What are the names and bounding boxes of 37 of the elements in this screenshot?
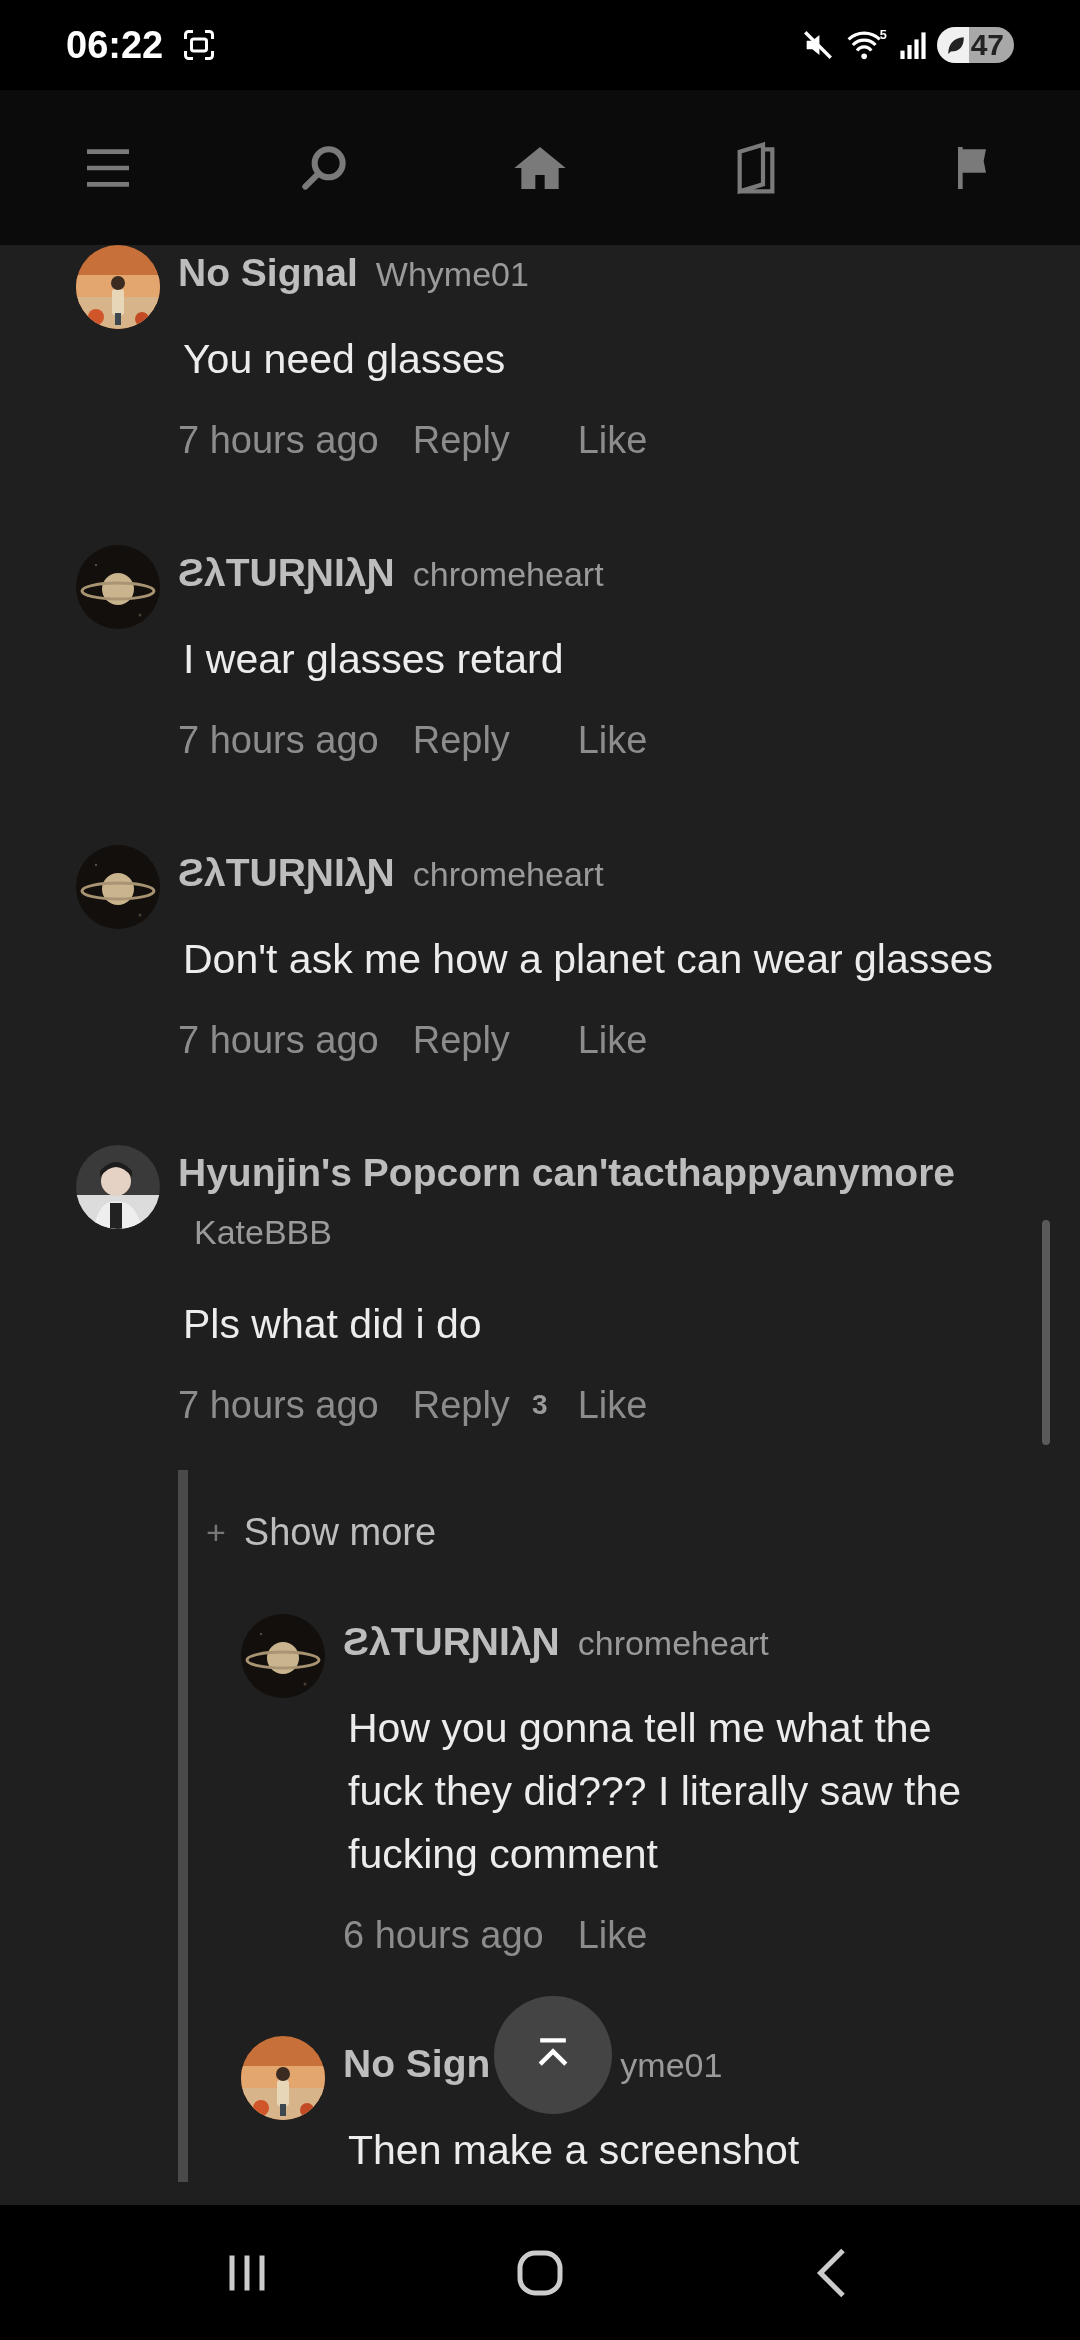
reply-link[interactable]: Reply — [412, 1015, 510, 1065]
username[interactable]: yme01 — [620, 2039, 723, 2091]
username[interactable]: chromeheart — [412, 848, 604, 900]
author-name[interactable]: Hyunjin's Popcorn can'tacthappyanymore — [178, 1147, 956, 1199]
reply-link[interactable]: Reply — [412, 415, 510, 465]
like-link[interactable]: Like — [577, 415, 648, 465]
comment-text: You need glasses — [182, 335, 507, 384]
scrollbar[interactable] — [1042, 1220, 1050, 1445]
timestamp: 7 hours ago — [178, 718, 379, 763]
timestamp: 7 hours ago — [178, 418, 379, 463]
author-name[interactable]: ƧλTURƝIλƝ — [178, 847, 395, 899]
comment-text: Pls what did i do — [182, 1300, 483, 1349]
comment-text: Don't ask me how a planet can wear glasses — [182, 935, 995, 984]
author-name[interactable]: ƧλTURƝIλƝ — [178, 547, 395, 599]
like-link[interactable]: Like — [577, 1380, 648, 1430]
timestamp: 7 hours ago — [178, 1018, 379, 1063]
reply-link[interactable]: Reply — [412, 715, 510, 765]
like-link[interactable]: Like — [577, 715, 648, 765]
like-link[interactable]: Like — [577, 1015, 648, 1065]
timestamp: 7 hours ago — [178, 1383, 379, 1428]
comment-text: Then make a screenshot — [347, 2126, 801, 2175]
battery-indicator: 47 — [936, 27, 1014, 63]
show-more-link[interactable]: + Show more — [188, 1510, 1080, 1554]
username[interactable]: chromeheart — [577, 1617, 769, 1669]
reply-link[interactable]: Reply — [412, 1380, 510, 1430]
comment-text: How you gonna tell me what the fuck they did??? I literally saw the fucking comment — [347, 1704, 963, 1879]
author-name[interactable]: No Signal — [178, 247, 358, 299]
username[interactable]: chromeheart — [412, 548, 604, 600]
clock: 06:22 — [66, 23, 164, 67]
username[interactable]: Whyme01 — [375, 248, 529, 300]
author-name[interactable]: ƧλTURƝIλƝ — [343, 1616, 560, 1668]
timestamp: 6 hours ago — [343, 1913, 544, 1958]
comment-text: I wear glasses retard — [182, 635, 565, 684]
username[interactable]: KateBBB — [178, 1199, 332, 1265]
author-name[interactable]: No Sign — [343, 2038, 491, 2090]
like-link[interactable]: Like — [577, 1910, 648, 1960]
reply-count: 3 — [531, 1388, 548, 1422]
